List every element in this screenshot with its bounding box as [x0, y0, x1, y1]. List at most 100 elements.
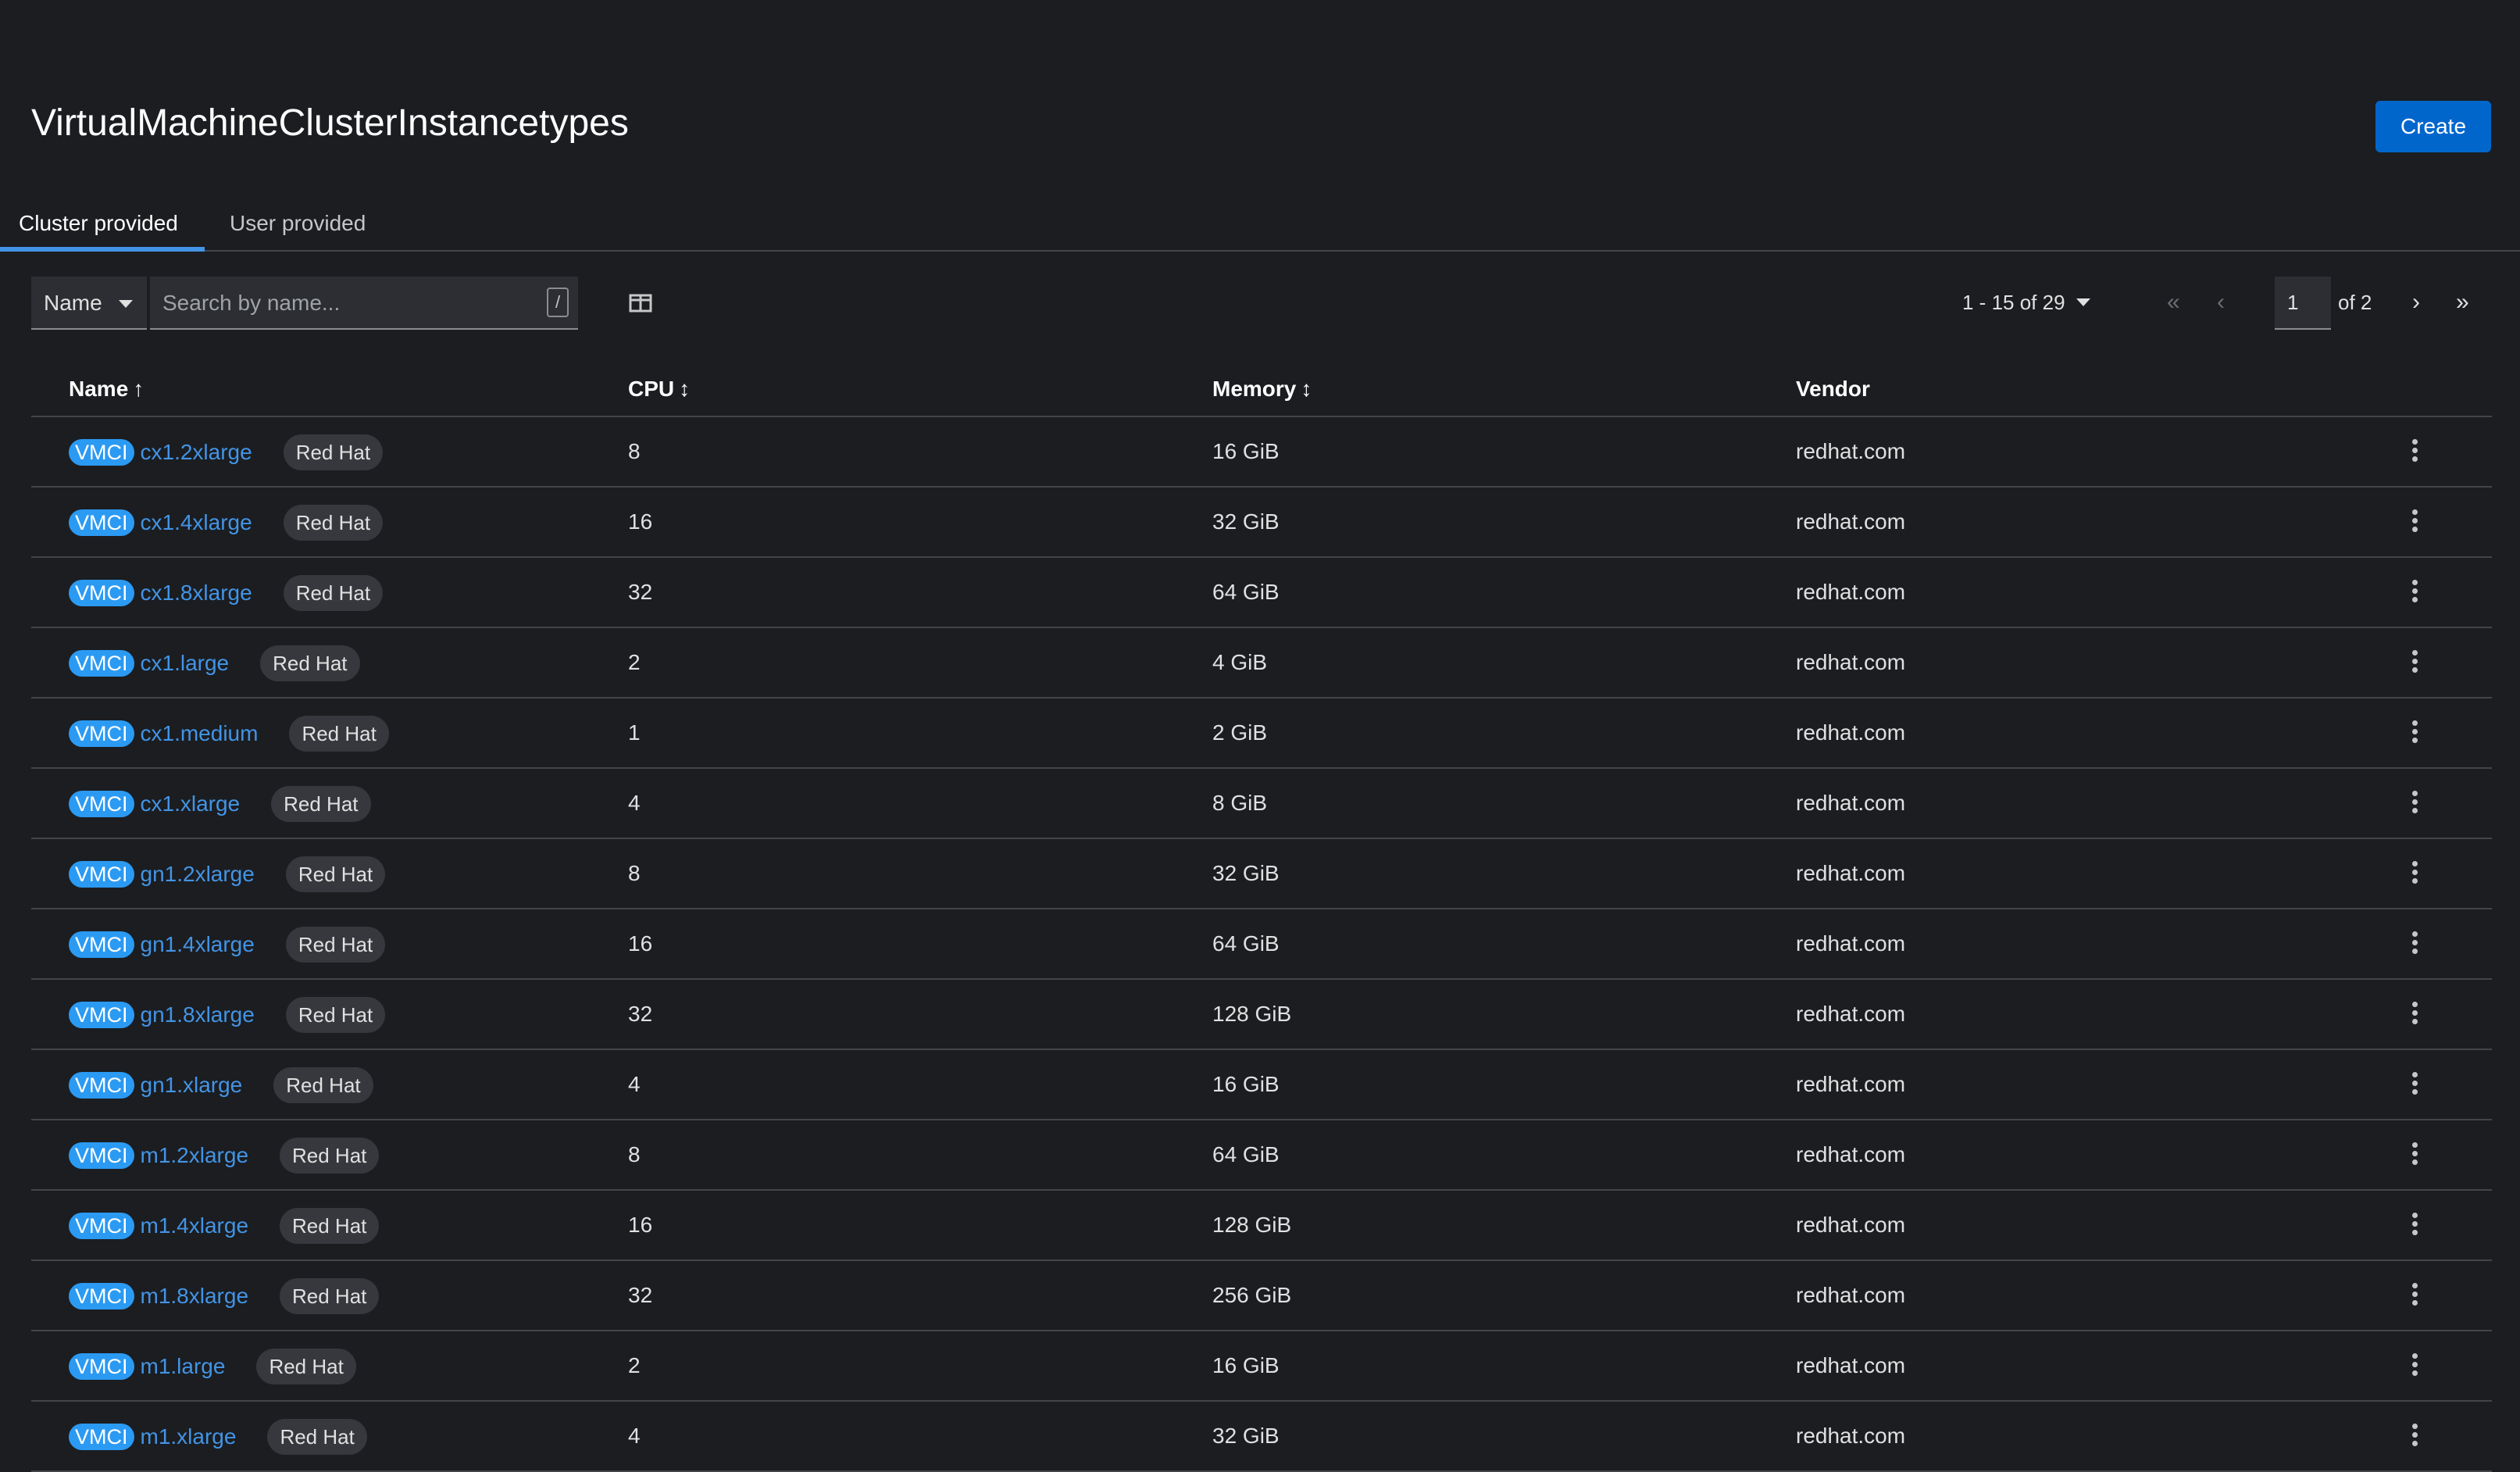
kebab-menu-icon[interactable] [2411, 791, 2418, 814]
table-row: VMCI gn1.8xlarge Red Hat 32 128 GiB redhat.co… [31, 980, 2492, 1050]
kebab-menu-icon[interactable] [2411, 1353, 2418, 1377]
resource-kind-badge: VMCI [69, 509, 134, 536]
create-button[interactable]: Create [2375, 101, 2491, 152]
kebab-menu-icon[interactable] [2411, 1142, 2418, 1166]
page-total-label: of 2 [2338, 291, 2372, 314]
next-page-icon[interactable]: › [2412, 291, 2420, 314]
instancetype-link[interactable]: cx1.medium [141, 721, 259, 746]
name-cell: VMCI gn1.xlarge Red Hat [69, 1067, 373, 1103]
vendor-label: Red Hat [280, 1138, 380, 1174]
instancetype-link[interactable]: m1.2xlarge [141, 1143, 249, 1168]
name-cell: VMCI cx1.medium Red Hat [69, 716, 389, 752]
resource-kind-badge: VMCI [69, 439, 134, 466]
vendor-cell: redhat.com [1796, 1353, 1906, 1377]
vendor-label: Red Hat [271, 786, 371, 822]
kebab-menu-icon[interactable] [2411, 1213, 2418, 1236]
name-cell: VMCI cx1.large Red Hat [69, 645, 360, 681]
table-row: VMCI gn1.xlarge Red Hat 4 16 GiB redhat.com [31, 1050, 2492, 1120]
column-header-vendor-label: Vendor [1796, 377, 1870, 401]
vendor-label: Red Hat [283, 434, 384, 470]
vendor-label: Red Hat [289, 716, 389, 752]
table-row: VMCI gn1.2xlarge Red Hat 8 32 GiB redhat.com [31, 839, 2492, 909]
memory-cell: 32 GiB [1212, 1424, 1280, 1448]
table-body: VMCI cx1.2xlarge Red Hat 8 16 GiB redhat.com V… [31, 417, 2492, 1472]
search-input[interactable] [150, 277, 531, 330]
instancetypes-table: Name ↑ CPU ↕ Memory ↕ Vendor VMCI cx1.2xlarg… [31, 363, 2492, 1472]
memory-cell: 256 GiB [1212, 1283, 1292, 1307]
cpu-cell: 32 [628, 1002, 653, 1026]
pagination-caret-icon[interactable] [2076, 298, 2090, 306]
kebab-menu-icon[interactable] [2411, 931, 2418, 955]
cpu-cell: 4 [628, 791, 641, 815]
kebab-menu-icon[interactable] [2411, 1424, 2418, 1447]
kebab-menu-icon[interactable] [2411, 861, 2418, 884]
instancetype-link[interactable]: cx1.4xlarge [141, 510, 252, 535]
instancetype-link[interactable]: gn1.4xlarge [141, 932, 255, 957]
tab-user-provided[interactable]: User provided [230, 205, 366, 252]
keyboard-shortcut-hint: / [547, 288, 569, 317]
instancetype-link[interactable]: cx1.8xlarge [141, 581, 252, 606]
kebab-menu-icon[interactable] [2411, 509, 2418, 533]
name-cell: VMCI gn1.4xlarge Red Hat [69, 927, 386, 963]
sort-icon: ↕ [1301, 377, 1312, 401]
kebab-menu-icon[interactable] [2411, 1072, 2418, 1095]
cpu-cell: 4 [628, 1424, 641, 1448]
kebab-menu-icon[interactable] [2411, 650, 2418, 673]
vendor-cell: redhat.com [1796, 580, 1906, 604]
instancetype-link[interactable]: gn1.8xlarge [141, 1002, 255, 1027]
vendor-label: Red Hat [273, 1067, 373, 1103]
last-page-icon[interactable]: » [2456, 291, 2469, 314]
kebab-menu-icon[interactable] [2411, 580, 2418, 603]
instancetype-link[interactable]: m1.8xlarge [141, 1284, 249, 1309]
table-row: VMCI m1.8xlarge Red Hat 32 256 GiB redhat.com [31, 1261, 2492, 1331]
kebab-menu-icon[interactable] [2411, 1283, 2418, 1306]
cpu-cell: 2 [628, 650, 641, 674]
vendor-cell: redhat.com [1796, 1072, 1906, 1096]
column-header-name-label: Name [69, 377, 129, 401]
kebab-menu-icon[interactable] [2411, 439, 2418, 463]
filter-type-dropdown[interactable]: Name [31, 277, 147, 330]
instancetype-link[interactable]: m1.xlarge [141, 1424, 237, 1449]
page-number-input[interactable] [2275, 277, 2331, 330]
vendor-label: Red Hat [260, 645, 360, 681]
name-cell: VMCI cx1.4xlarge Red Hat [69, 505, 384, 541]
column-header-memory[interactable]: Memory ↕ [1212, 377, 1312, 402]
previous-page-icon[interactable]: ‹ [2217, 291, 2225, 314]
filter-type-label: Name [44, 291, 102, 315]
table-row: VMCI cx1.2xlarge Red Hat 8 16 GiB redhat.com [31, 417, 2492, 488]
cpu-cell: 1 [628, 720, 641, 745]
table-row: VMCI gn1.4xlarge Red Hat 16 64 GiB redhat.com [31, 909, 2492, 980]
tab-cluster-provided[interactable]: Cluster provided [0, 205, 205, 252]
vendor-cell: redhat.com [1796, 931, 1906, 956]
name-cell: VMCI cx1.xlarge Red Hat [69, 786, 371, 822]
instancetype-link[interactable]: gn1.xlarge [141, 1073, 243, 1098]
instancetype-link[interactable]: cx1.xlarge [141, 791, 241, 816]
column-header-name[interactable]: Name ↑ [69, 377, 144, 402]
manage-columns-icon[interactable] [626, 289, 655, 317]
instancetype-link[interactable]: cx1.large [141, 651, 230, 676]
instancetype-link[interactable]: gn1.2xlarge [141, 862, 255, 887]
instancetype-link[interactable]: m1.4xlarge [141, 1213, 249, 1238]
resource-kind-badge: VMCI [69, 1072, 134, 1099]
column-header-cpu[interactable]: CPU ↕ [628, 377, 690, 402]
vendor-cell: redhat.com [1796, 1424, 1906, 1448]
cpu-cell: 16 [628, 1213, 653, 1237]
pagination-summary[interactable]: 1 - 15 of 29 [1962, 291, 2065, 315]
page-title: VirtualMachineClusterInstancetypes [31, 102, 629, 144]
memory-cell: 2 GiB [1212, 720, 1268, 745]
vendor-cell: redhat.com [1796, 1213, 1906, 1237]
kebab-menu-icon[interactable] [2411, 1002, 2418, 1025]
memory-cell: 4 GiB [1212, 650, 1268, 674]
instancetype-link[interactable]: cx1.2xlarge [141, 440, 252, 465]
name-cell: VMCI cx1.8xlarge Red Hat [69, 575, 384, 611]
instancetype-link[interactable]: m1.large [141, 1354, 226, 1379]
vendor-cell: redhat.com [1796, 1002, 1906, 1026]
kebab-menu-icon[interactable] [2411, 720, 2418, 744]
first-page-icon[interactable]: « [2167, 291, 2180, 314]
memory-cell: 128 GiB [1212, 1213, 1292, 1237]
column-header-memory-label: Memory [1212, 377, 1297, 401]
caret-down-icon [119, 300, 133, 308]
vendor-cell: redhat.com [1796, 509, 1906, 534]
name-cell: VMCI m1.large Red Hat [69, 1349, 356, 1384]
vendor-cell: redhat.com [1796, 1283, 1906, 1307]
